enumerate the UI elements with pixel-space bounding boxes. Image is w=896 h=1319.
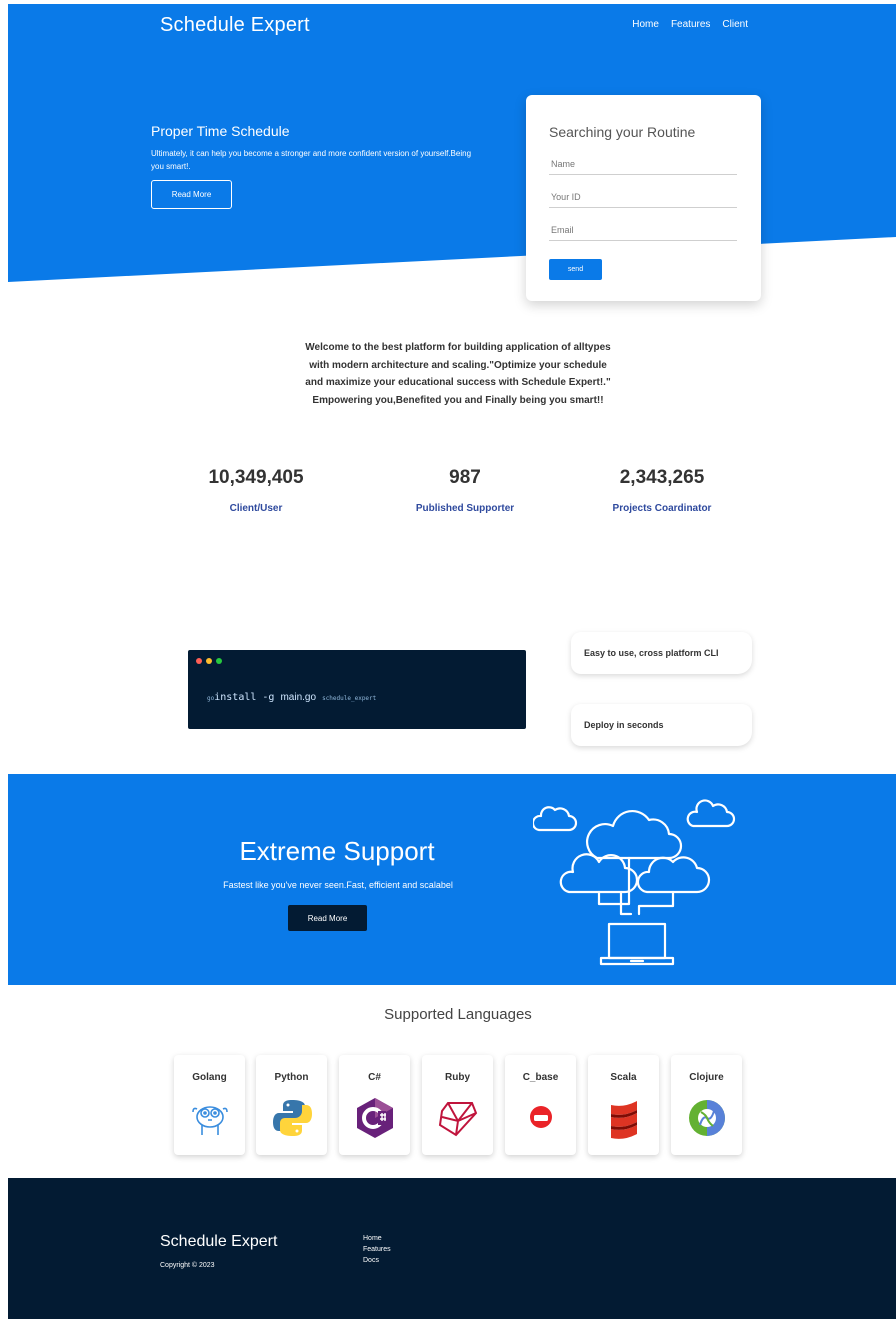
language-card-cbase[interactable]: C_base: [505, 1055, 576, 1155]
hero-banner: [8, 4, 896, 282]
language-name: C#: [368, 1072, 381, 1083]
top-nav: Home Features Client: [632, 19, 748, 30]
stat-value: 10,349,405: [208, 467, 304, 488]
footer-link-features[interactable]: Features: [363, 1244, 391, 1255]
stat-projects: 2,343,265 Projects Coardinator: [562, 467, 762, 514]
hero-text: Ultimately, it can help you become a str…: [151, 149, 472, 171]
terminal-command: goinstall -g main.go schedule_expert: [207, 692, 376, 703]
stat-value: 2,343,265: [619, 467, 705, 488]
command-text: install -g: [214, 692, 281, 703]
form-title: Searching your Routine: [549, 124, 696, 140]
language-name: C_base: [522, 1072, 559, 1083]
clojure-icon: [689, 1100, 725, 1136]
name-placeholder: Name: [551, 159, 576, 169]
welcome-text: Welcome to the best platform for buildin…: [305, 342, 611, 406]
language-card-clojure[interactable]: Clojure: [671, 1055, 742, 1155]
email-field[interactable]: Email: [549, 223, 737, 241]
language-name: Golang: [192, 1072, 227, 1083]
support-title: Extreme Support: [239, 836, 435, 866]
gopher-icon: [192, 1106, 228, 1135]
send-button[interactable]: send: [549, 259, 602, 280]
stat-label: Client/User: [229, 503, 283, 514]
nav-features[interactable]: Features: [671, 19, 710, 30]
csharp-icon: [357, 1098, 393, 1138]
routine-search-form: Searching your Routine Name Your ID Emai…: [526, 95, 761, 301]
language-card-golang[interactable]: Golang: [174, 1055, 245, 1155]
language-card-scala[interactable]: Scala: [588, 1055, 659, 1155]
id-placeholder: Your ID: [551, 192, 581, 202]
language-name: Scala: [610, 1072, 637, 1083]
language-card-python[interactable]: Python: [256, 1055, 327, 1155]
maximize-dot-icon: [216, 658, 222, 664]
nav-home[interactable]: Home: [632, 19, 659, 30]
python-icon: [273, 1100, 312, 1136]
stat-clients: 10,349,405 Client/User: [156, 467, 356, 514]
footer: Schedule Expert Copyright © 2023 Home Fe…: [8, 1178, 896, 1319]
command-arg: schedule_expert: [322, 695, 377, 702]
terminal-window: goinstall -g main.go schedule_expert: [188, 650, 526, 729]
stat-label: Projects Coardinator: [612, 503, 712, 514]
email-placeholder: Email: [551, 225, 574, 235]
minimize-dot-icon: [206, 658, 212, 664]
nav-client[interactable]: Client: [722, 19, 748, 30]
support-read-more-button[interactable]: Read More: [288, 905, 367, 931]
id-field[interactable]: Your ID: [549, 190, 737, 208]
language-name: Python: [274, 1072, 309, 1083]
scala-icon: [611, 1101, 637, 1139]
language-card-ruby[interactable]: Ruby: [422, 1055, 493, 1155]
hero-title: Proper Time Schedule: [151, 123, 290, 139]
footer-copyright: Copyright © 2023: [160, 1262, 215, 1269]
support-text: Fastest like you've never seen.Fast, eff…: [223, 880, 453, 890]
footer-link-docs[interactable]: Docs: [363, 1255, 391, 1266]
couchbase-icon: [530, 1106, 552, 1128]
name-field[interactable]: Name: [549, 157, 737, 175]
footer-link-home[interactable]: Home: [363, 1233, 391, 1244]
feature-card-deploy: Deploy in seconds: [571, 704, 752, 746]
stat-value: 987: [449, 467, 481, 488]
feature-card-cli: Easy to use, cross platform CLI: [571, 632, 752, 674]
brand-logo[interactable]: Schedule Expert: [160, 14, 310, 37]
footer-links: Home Features Docs: [363, 1233, 391, 1266]
language-name: Ruby: [445, 1072, 470, 1083]
close-dot-icon: [196, 658, 202, 664]
hero-read-more-button[interactable]: Read More: [151, 180, 232, 209]
command-file: main.go: [280, 692, 317, 703]
stat-label: Published Supporter: [415, 503, 515, 514]
language-card-csharp[interactable]: C#: [339, 1055, 410, 1155]
cloud-computing-icon: [533, 799, 736, 966]
language-name: Clojure: [689, 1072, 724, 1083]
ruby-icon: [438, 1102, 478, 1137]
footer-brand[interactable]: Schedule Expert: [160, 1233, 277, 1251]
support-section: Extreme Support Fastest like you've neve…: [8, 774, 896, 985]
stat-supporters: 987 Published Supporter: [365, 467, 565, 514]
languages-title: Supported Languages: [384, 1006, 532, 1023]
